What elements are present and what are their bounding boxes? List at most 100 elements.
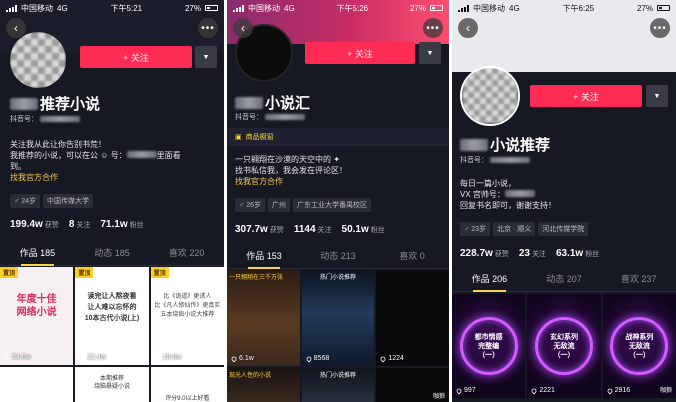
video-card[interactable]: 置顶 比《诡道》更诱人 比《凡人修仙传》更真实 五本烧疯小说大推荐 19.6w	[150, 267, 224, 365]
tab-works[interactable]: 作品 185	[0, 242, 75, 266]
dropdown-button[interactable]: ▼	[419, 42, 441, 64]
stat-following[interactable]: 1144 关注	[294, 219, 332, 237]
video-card[interactable]: 现光人性的小说	[227, 368, 300, 402]
like-count: 2916	[606, 387, 630, 394]
heart-icon	[379, 355, 387, 362]
tag-list: ♂ 23岁 北京 · 顺义 河北传媒学院	[460, 222, 589, 236]
tab-likes[interactable]: 喜欢 0	[375, 245, 449, 268]
signal-icon	[6, 4, 17, 12]
video-title: 热门小说推荐	[319, 275, 356, 281]
stat-likes: 228.7w 获赞	[460, 248, 509, 259]
tab-likes[interactable]: 喜欢 220	[149, 242, 224, 265]
shop-window-link[interactable]: ▣ 商品橱窗	[227, 128, 449, 146]
video-card[interactable]: 置顶 读完让人熬夜看 让人难以忘怀的 10本古代小说(上) 22.4w	[75, 267, 149, 365]
account-id: 抖音号：	[460, 155, 530, 165]
follow-button[interactable]: + 关注	[530, 85, 642, 107]
battery-percent: 27%	[409, 3, 426, 13]
dropdown-button[interactable]: ▼	[195, 46, 217, 68]
heart-icon	[3, 354, 11, 361]
tab-likes[interactable]: 喜欢 237	[601, 268, 676, 291]
battery-icon	[429, 5, 443, 11]
tab-activity[interactable]: 动态 185	[75, 242, 150, 265]
stat-followers[interactable]: 50.1w 粉丝	[342, 219, 385, 237]
video-grid: 置顶 年度十佳 网络小说 54.0w 置顶 读完让人熬夜看 让人难以忘怀的 10…	[0, 267, 224, 402]
video-card[interactable]: 本期推荐 烧脑悬疑小说	[75, 367, 149, 402]
status-bar: 中国移动 4G 下午5:26 27%	[227, 0, 449, 16]
video-card[interactable]: 1224	[376, 270, 449, 366]
avatar[interactable]	[10, 32, 66, 88]
dropdown-button[interactable]: ▼	[646, 85, 668, 107]
like-count: 19.6w	[154, 354, 181, 361]
pinned-badge: 置顶	[0, 267, 19, 278]
video-card[interactable]: 评分9.0以上好看	[150, 367, 224, 402]
back-icon[interactable]: ‹	[6, 18, 26, 38]
bio: 关注我从此让你告别书荒！ 我推荐的小说，可以在公 ☺ 号： 里面看 到。 找我官方…	[10, 140, 181, 183]
stat-followers[interactable]: 63.1w 粉丝	[556, 243, 599, 261]
stat-likes: 199.4w 获赞	[10, 219, 59, 230]
more-icon[interactable]: •••	[423, 18, 443, 38]
network: 4G	[509, 3, 520, 13]
video-card[interactable]: 一只翱翔在三千万张 6.1w	[227, 270, 300, 366]
tab-activity[interactable]: 动态 207	[527, 268, 602, 291]
tag-age: ♂ 23岁	[460, 222, 490, 236]
tab-works[interactable]: 作品 153	[227, 245, 301, 269]
video-card[interactable]: 热门小说推荐	[301, 368, 375, 402]
clock: 下午6:25	[562, 3, 595, 13]
video-card[interactable]: 战神系列 无敌流 （一） 2916 咖狼	[602, 294, 676, 398]
profile-tabs: 作品 153 动态 213 喜欢 0	[227, 245, 449, 269]
profile-name: 小说推荐	[460, 134, 550, 155]
back-icon[interactable]: ‹	[458, 18, 478, 38]
stat-followers[interactable]: 71.1w 粉丝	[100, 214, 143, 232]
account-id: 抖音号：	[235, 112, 305, 122]
tab-activity[interactable]: 动态 213	[301, 245, 375, 268]
stats: 199.4w 获赞 8 关注 71.1w 粉丝	[10, 214, 144, 232]
video-card[interactable]: 热门小说推荐 8568	[301, 270, 375, 366]
video-card[interactable]: 玄幻系列 无敌流 （一） 2221	[527, 294, 601, 398]
clock: 下午5:26	[336, 3, 369, 13]
profile-name: 推荐小说	[10, 93, 100, 114]
tag-location: 广州	[268, 198, 290, 212]
tag-age: ♂ 24岁	[10, 194, 40, 208]
video-card[interactable]: 置顶 年度十佳 网络小说 54.0w	[0, 267, 74, 365]
stat-following[interactable]: 8 关注	[69, 214, 91, 232]
carrier: 中国移动	[473, 3, 505, 13]
video-title: 比《诡道》更诱人 比《凡人修仙传》更真实 五本烧疯小说大推荐	[154, 294, 221, 318]
back-icon[interactable]: ‹	[233, 18, 253, 38]
video-title: 热门小说推荐	[319, 373, 356, 379]
like-count: 2221	[530, 387, 555, 394]
video-title: 战神系列 无敌流 （一）	[610, 317, 669, 375]
network: 4G	[57, 3, 68, 13]
video-title: 评分9.0以上好看	[165, 396, 210, 402]
stat-following[interactable]: 23 关注	[519, 243, 546, 261]
like-count: 22.4w	[78, 354, 106, 361]
avatar[interactable]	[460, 66, 520, 126]
video-title: 年度十佳 网络小说	[16, 294, 57, 318]
tag-list: ♂ 24岁 中国传媒大学	[10, 194, 93, 208]
tag-school: 中国传媒大学	[43, 194, 93, 208]
stats: 228.7w 获赞 23 关注 63.1w 粉丝	[460, 243, 599, 261]
more-icon[interactable]: •••	[650, 18, 670, 38]
tab-works[interactable]: 作品 206	[452, 268, 527, 292]
clock: 下午5:21	[110, 3, 143, 13]
video-card[interactable]	[0, 367, 74, 402]
profile-tabs: 作品 206 动态 207 喜欢 237	[452, 268, 676, 292]
video-title: 玄幻系列 无敌流 （一）	[534, 317, 593, 375]
follow-button[interactable]: + 关注	[80, 46, 192, 68]
heart-icon	[305, 355, 313, 362]
tag-list: ♂ 26岁 广州 广东工业大学番禺校区	[235, 198, 371, 212]
more-icon[interactable]: •••	[198, 18, 218, 38]
heart-icon	[455, 387, 463, 394]
video-card[interactable]: 都市情感 完整编 （一） 997	[452, 294, 526, 398]
watermark: 咖狼	[659, 388, 672, 394]
tag-school: 广东工业大学番禺校区	[293, 198, 371, 212]
like-count: 54.0w	[3, 354, 31, 361]
tag-age: ♂ 26岁	[235, 198, 265, 212]
follow-button[interactable]: + 关注	[305, 42, 415, 64]
tag-school: 河北传媒学院	[538, 222, 589, 236]
bio: 一只翱翔在沙漠的天空中的 ✦ 找书私信我，我会发在评论区！ 找我官方合作	[235, 155, 347, 187]
signal-icon	[233, 4, 244, 12]
business-link[interactable]: 找我官方合作	[10, 172, 181, 183]
stat-likes: 307.7w 获赞	[235, 224, 284, 235]
business-link[interactable]: 找我官方合作	[235, 176, 347, 187]
video-card[interactable]: 咖狼	[376, 368, 449, 402]
